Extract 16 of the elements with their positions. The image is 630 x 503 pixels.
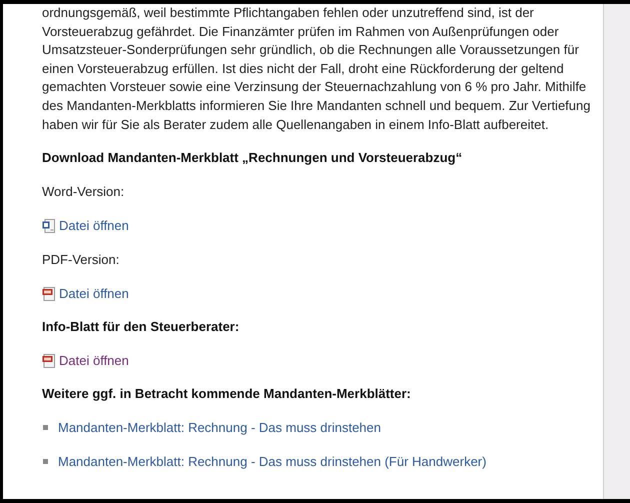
leaflet-link[interactable]: Mandanten-Merkblatt: Rechnung - Das muss drinstehen: [58, 418, 381, 438]
pdf-document-icon: [42, 286, 55, 301]
open-file-link[interactable]: Datei öffnen: [59, 216, 129, 236]
section-heading: Weitere ggf. in Betracht kommende Mandanten-Merkblätter:: [42, 386, 411, 402]
word-document-icon: [42, 218, 55, 233]
leaflet-link[interactable]: Mandanten-Merkblatt: Rechnung - Das muss drinstehen (Für Handwerker): [58, 452, 486, 472]
section-heading: Download Mandanten-Merkblatt „Rechnungen und Vorsteuerabzug“: [42, 150, 462, 166]
body-paragraph: ordnungsgemäß, weil bestimmte Pflichtangaben fehlen oder unzutreffend sind, ist der Vorsteuerabzug gefährdet. Die Finanzämter prüfen im Rahmen von Außenprüfungen oder Umsatzsteuer-Sonderprüfungen sehr gründlich, ob die Rechnungen alle Voraussetzungen für einen Vorsteuerabzug erfüllen. Ist dies nicht der Fall, droht eine Rückforderung der geltend gemachten Vorsteuer sowie eine Verzinsung der Steuernachzahlung von 6 % pro Jahr. Mithilfe des Mandanten-Merkblatts informieren Sie Ihre Mandanten schnell und bequem. Zur Vertiefung haben wir für Sie als Berater zudem alle Quellenangaben in einem Info-Blatt aufbereitet.: [42, 4, 592, 134]
version-label: Word-Version:: [42, 184, 124, 200]
section-heading: Info-Blatt für den Steuerberater:: [42, 319, 240, 334]
open-file-link[interactable]: Datei öffnen: [59, 351, 129, 370]
bullet-icon: [43, 425, 48, 430]
bullet-icon: [43, 459, 48, 464]
version-label: PDF-Version:: [42, 252, 120, 268]
open-file-link[interactable]: Datei öffnen: [59, 284, 129, 304]
pdf-document-icon: [42, 354, 55, 368]
